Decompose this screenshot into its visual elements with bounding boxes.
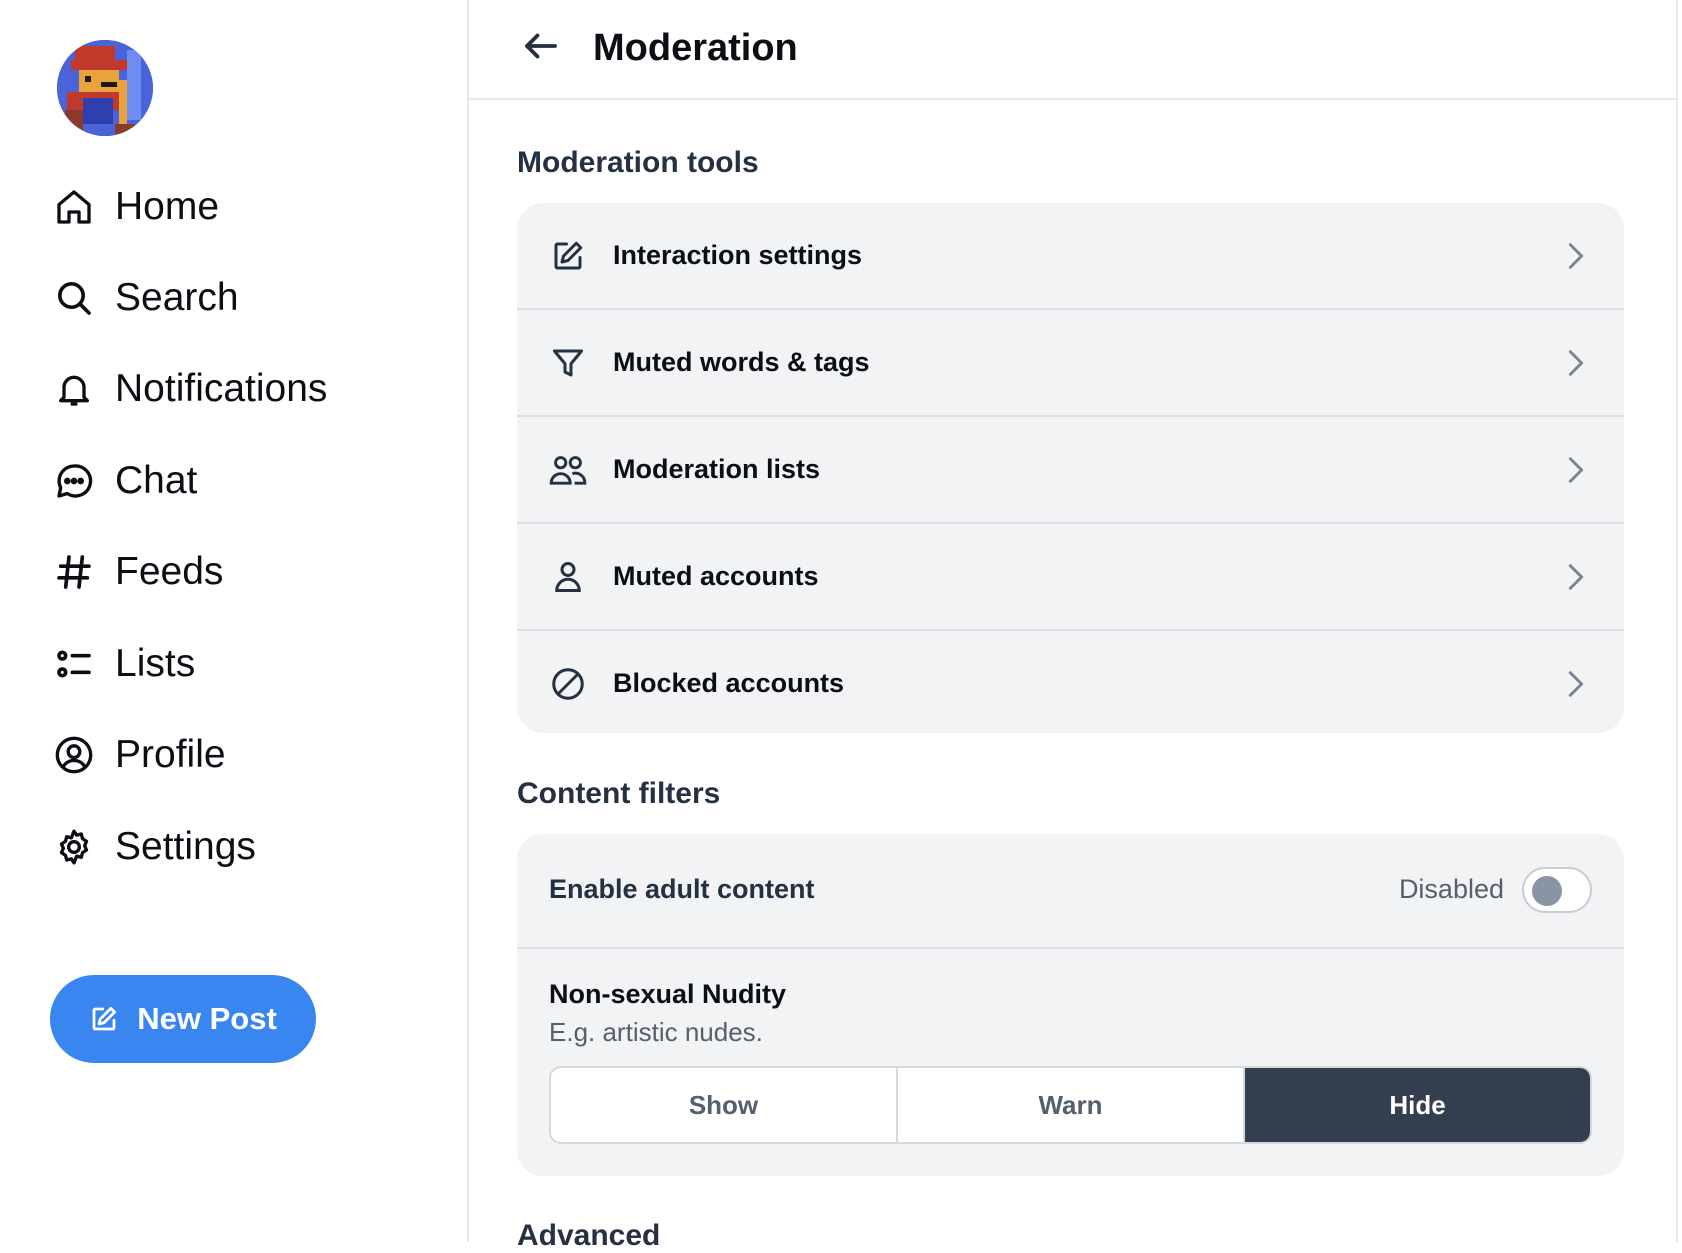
segment-show[interactable]: Show [551,1068,898,1142]
tool-row-moderation-lists[interactable]: Moderation lists [517,417,1624,522]
row-divider [517,947,1624,949]
tool-row-interaction-settings[interactable]: Interaction settings [517,203,1624,308]
chevron-right-icon [1564,669,1588,699]
nav-item-label: Lists [115,642,196,685]
tool-row-muted-words[interactable]: Muted words & tags [517,310,1624,415]
nav-item-label: Home [115,185,220,228]
nav-item-label: Chat [115,459,198,502]
block-icon [549,665,587,703]
sidebar: Home Search Notifications Chat Feeds Lis… [0,0,467,1242]
adult-content-status: Disabled [1398,874,1504,904]
nav-item-notifications[interactable]: Notifications [52,359,327,419]
page-title: Moderation [593,27,798,69]
nav-item-settings[interactable]: Settings [52,817,256,877]
users-icon [549,451,587,489]
new-post-button[interactable]: New Post [50,975,316,1063]
arrow-left-icon [520,25,562,72]
toggle-knob [1532,876,1562,906]
nudity-filter-title: Non-sexual Nudity [549,979,787,1009]
compose-icon [89,1004,119,1034]
search-icon [52,276,96,320]
chevron-right-icon [1564,241,1588,271]
chevron-right-icon [1564,348,1588,378]
nav-item-label: Profile [115,733,226,776]
nav-item-profile[interactable]: Profile [52,725,226,785]
segment-hide[interactable]: Hide [1245,1068,1590,1142]
adult-content-toggle[interactable] [1522,867,1592,913]
tool-label: Interaction settings [613,240,863,270]
moderation-tools-card: Interaction settings Muted words & tags … [517,203,1624,733]
back-button[interactable] [515,22,567,74]
tool-label: Muted words & tags [613,347,870,377]
section-title-advanced: Advanced [517,1219,661,1252]
bell-icon [52,367,96,411]
tool-row-blocked-accounts[interactable]: Blocked accounts [517,631,1624,736]
nav-item-lists[interactable]: Lists [52,634,195,694]
nav-item-label: Settings [115,825,256,868]
nav-item-label: Search [115,276,239,319]
nav-item-home[interactable]: Home [52,177,219,237]
nav-item-search[interactable]: Search [52,268,239,328]
main-right-divider [1676,0,1678,1242]
page-header: Moderation [469,0,1676,100]
section-title-content-filters: Content filters [517,777,721,810]
tool-label: Blocked accounts [613,668,845,698]
content-filters-card: Enable adult content Disabled Non-sexual… [517,834,1624,1176]
chevron-right-icon [1564,562,1588,592]
nav-item-chat[interactable]: Chat [52,451,197,511]
person-icon [549,558,587,596]
tool-label: Moderation lists [613,454,821,484]
chevron-right-icon [1564,455,1588,485]
new-post-label: New Post [137,1001,277,1036]
list-icon [52,642,96,686]
nav-item-feeds[interactable]: Feeds [52,542,223,602]
adult-content-label: Enable adult content [549,874,815,904]
gear-icon [52,825,96,869]
tool-label: Muted accounts [613,561,819,591]
avatar[interactable] [57,40,153,136]
nav-item-label: Feeds [115,550,224,593]
avatar-image-icon [57,40,153,136]
nudity-filter-description: E.g. artistic nudes. [549,1017,763,1047]
nudity-filter-segmented-control: Show Warn Hide [549,1066,1592,1144]
tool-row-muted-accounts[interactable]: Muted accounts [517,524,1624,629]
home-icon [52,185,96,229]
nav-item-label: Notifications [115,367,328,410]
hashtag-icon [52,550,96,594]
user-circle-icon [52,733,96,777]
chat-bubble-icon [52,459,96,503]
segment-warn[interactable]: Warn [898,1068,1245,1142]
edit-icon [549,237,587,275]
filter-icon [549,344,587,382]
sidebar-divider [467,0,469,1242]
section-title-moderation-tools: Moderation tools [517,146,759,179]
